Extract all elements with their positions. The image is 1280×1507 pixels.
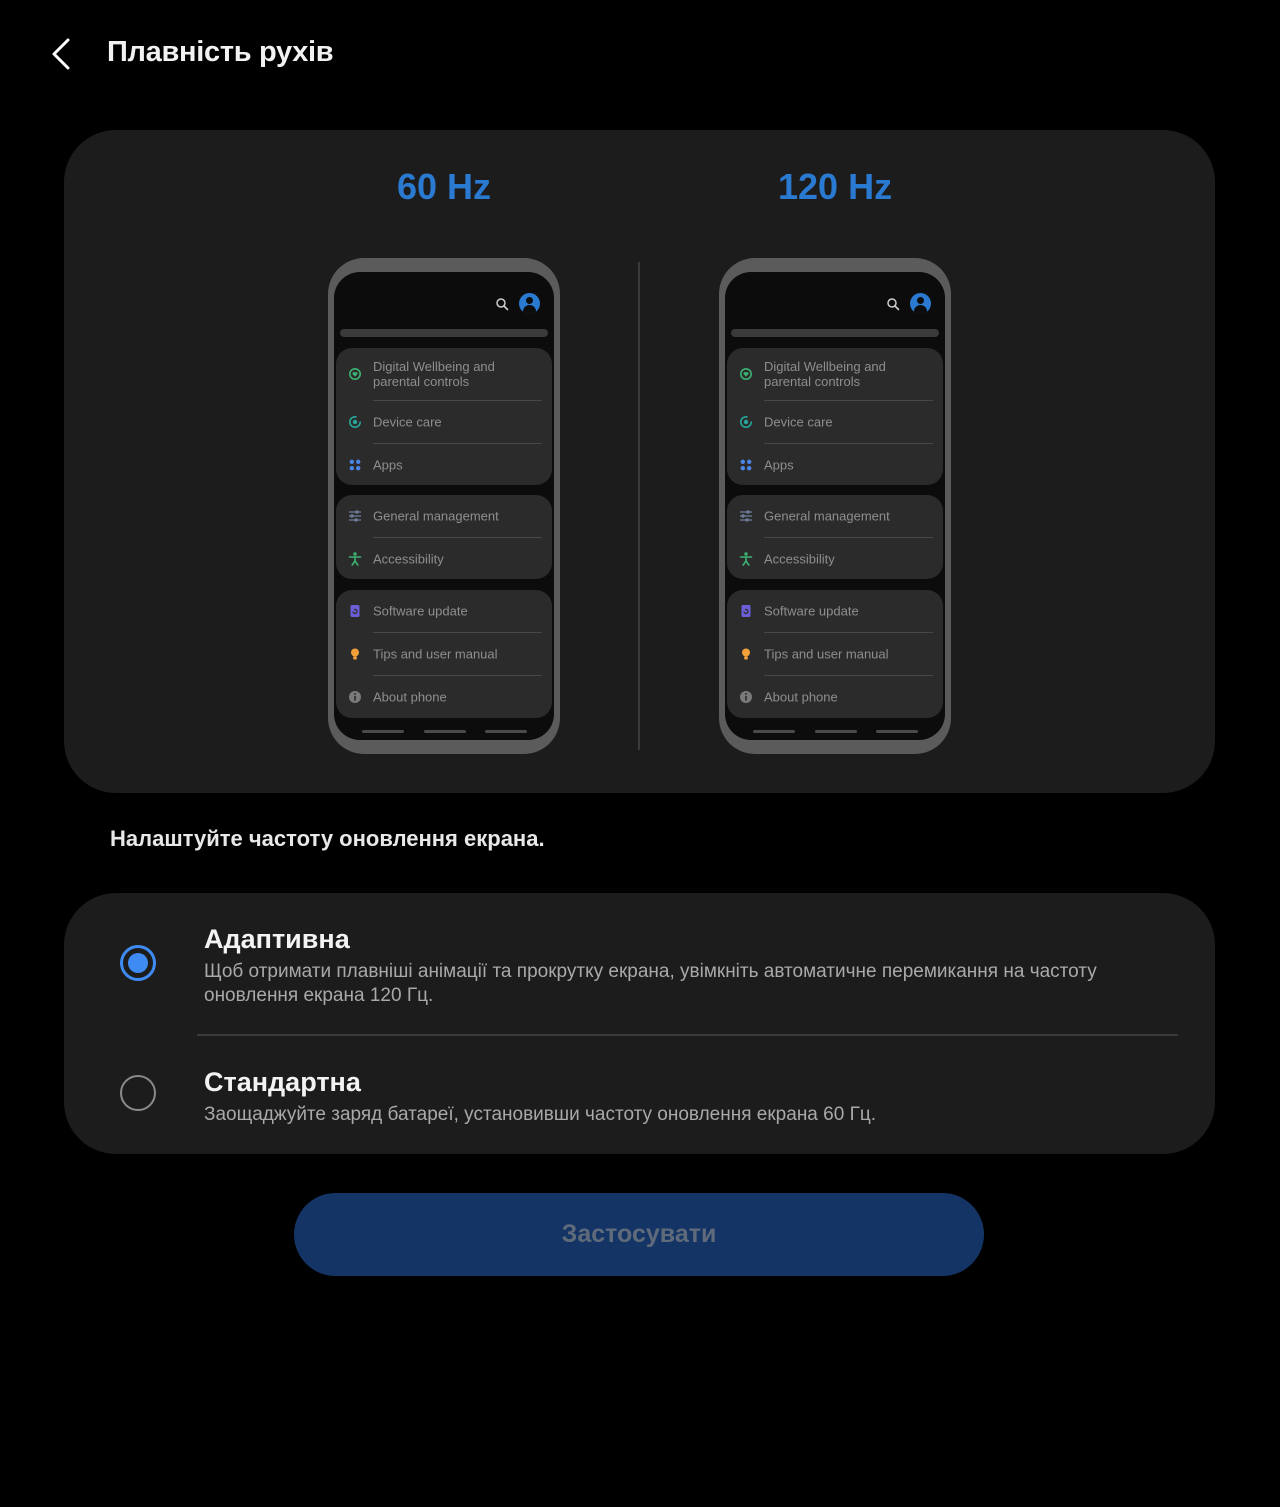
device-care-icon (348, 415, 362, 429)
lightbulb-icon (739, 647, 753, 661)
option-title: Стандартна (204, 1067, 361, 1097)
settings-group: Software update Tips and user manual About… (336, 590, 552, 718)
info-icon (348, 690, 362, 704)
avatar-icon (519, 293, 540, 314)
settings-item-label: Accessibility (764, 551, 835, 567)
phone-screen: Digital Wellbeing and parental controls D… (334, 272, 554, 740)
option-adaptive[interactable]: Адаптивна Щоб отримати плавніші анімації… (64, 893, 1215, 1035)
phone-screen: Digital Wellbeing and parental controls D… (725, 272, 945, 740)
settings-item-label: Accessibility (373, 551, 444, 567)
settings-item-label: About phone (764, 689, 838, 705)
settings-group: General management Accessibility (336, 495, 552, 579)
settings-group: Digital Wellbeing and parental controls D… (336, 348, 552, 485)
settings-item-label: Digital Wellbeing and parental controls (764, 359, 886, 389)
settings-list-item: General management (336, 495, 552, 537)
settings-item-label: About phone (373, 689, 447, 705)
phone-mockup-120hz: Digital Wellbeing and parental controls D… (719, 258, 951, 754)
apply-button[interactable]: Застосувати (294, 1193, 984, 1276)
option-title: Адаптивна (204, 924, 350, 954)
avatar-icon (910, 293, 931, 314)
settings-item-label: General management (373, 508, 499, 524)
nav-bar-indicator (876, 730, 918, 733)
settings-list-item: General management (727, 495, 943, 537)
settings-group: Software update Tips and user manual About… (727, 590, 943, 718)
settings-item-label: Tips and user manual (373, 646, 498, 662)
settings-item-label: Apps (764, 457, 794, 473)
nav-bar-indicator (424, 730, 466, 733)
option-description: Заощаджуйте заряд батареї, установивши ч… (204, 1104, 877, 1125)
search-icon (886, 297, 900, 311)
settings-list-item: Device care (727, 401, 943, 443)
option-standard[interactable]: Стандартна Заощаджуйте заряд батареї, ус… (64, 1036, 1215, 1154)
settings-list-item: Tips and user manual (727, 633, 943, 675)
settings-list-item: Software update (336, 590, 552, 632)
phone-mockup-60hz: Digital Wellbeing and parental controls D… (328, 258, 560, 754)
settings-list-item: Digital Wellbeing and parental controls (336, 348, 552, 400)
chevron-left-icon (52, 38, 70, 70)
software-update-icon (348, 604, 362, 618)
search-icon (495, 297, 509, 311)
accessibility-icon (739, 552, 753, 566)
settings-list-item: Apps (727, 444, 943, 486)
radio-adaptive[interactable] (120, 945, 156, 981)
settings-list-item: Software update (727, 590, 943, 632)
settings-item-label: Tips and user manual (764, 646, 889, 662)
collapsed-header-bar (340, 329, 548, 337)
settings-list-item: Accessibility (336, 538, 552, 580)
radio-standard[interactable] (120, 1075, 156, 1111)
nav-bar-indicator (815, 730, 857, 733)
nav-bar-indicator (485, 730, 527, 733)
settings-list-item: About phone (336, 676, 552, 718)
sliders-icon (739, 509, 753, 523)
lightbulb-icon (348, 647, 362, 661)
settings-list-item: About phone (727, 676, 943, 718)
software-update-icon (739, 604, 753, 618)
settings-list-item: Device care (336, 401, 552, 443)
apps-icon (739, 458, 753, 472)
nav-bar-indicator (362, 730, 404, 733)
header: Плавність рухів (0, 0, 1280, 110)
page-title: Плавність рухів (107, 36, 334, 68)
refresh-rate-caption: Налаштуйте частоту оновлення екрана. (110, 826, 545, 851)
settings-item-label: Software update (764, 603, 859, 619)
settings-item-label: Software update (373, 603, 468, 619)
apps-icon (348, 458, 362, 472)
wellbeing-icon (739, 367, 753, 381)
settings-list-item: Apps (336, 444, 552, 486)
info-icon (739, 690, 753, 704)
hz-label-120: 120 Hz (778, 166, 893, 207)
nav-bar-indicator (753, 730, 795, 733)
back-button[interactable] (40, 32, 84, 76)
collapsed-header-bar (731, 329, 939, 337)
settings-list-item: Digital Wellbeing and parental controls (727, 348, 943, 400)
refresh-rate-preview: 60 Hz 120 Hz Digital Wellbeing and paren… (64, 130, 1215, 793)
settings-item-label: Apps (373, 457, 403, 473)
wellbeing-icon (348, 367, 362, 381)
settings-list-item: Accessibility (727, 538, 943, 580)
settings-item-label: Digital Wellbeing and parental controls (373, 359, 495, 389)
option-description: Щоб отримати плавніші анімації та прокру… (204, 961, 1097, 1006)
settings-group: General management Accessibility (727, 495, 943, 579)
accessibility-icon (348, 552, 362, 566)
device-care-icon (739, 415, 753, 429)
settings-item-label: General management (764, 508, 890, 524)
settings-list-item: Tips and user manual (336, 633, 552, 675)
refresh-rate-options: Адаптивна Щоб отримати плавніші анімації… (64, 893, 1215, 1154)
sliders-icon (348, 509, 362, 523)
preview-divider (638, 262, 640, 750)
settings-item-label: Device care (373, 414, 442, 430)
settings-item-label: Device care (764, 414, 833, 430)
settings-group: Digital Wellbeing and parental controls D… (727, 348, 943, 485)
hz-label-60: 60 Hz (397, 166, 492, 207)
